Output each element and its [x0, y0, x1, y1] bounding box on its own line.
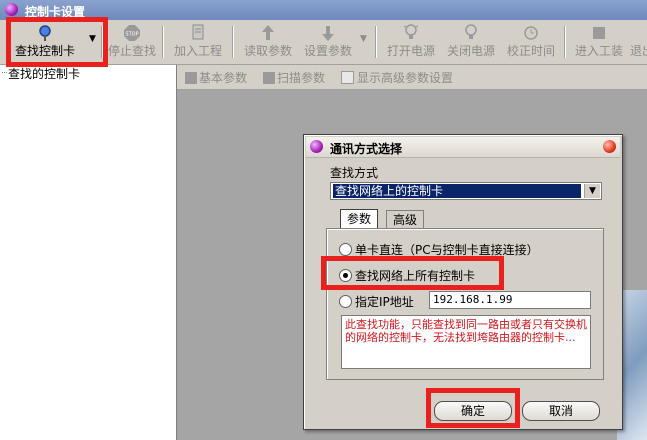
sync-time-button[interactable]: 校正时间 [503, 22, 559, 62]
radio-checked-icon [339, 269, 352, 282]
enter-tooling-button[interactable]: 进入工装 [571, 22, 627, 62]
radio-icon [339, 243, 352, 256]
comm-mode-dialog: 通讯方式选择 查找方式 查找网络上的控制卡 ▼ 参数 高级 单卡直连（PC与控制… [303, 134, 623, 430]
magnifier-icon [10, 24, 80, 44]
title-bar: 控制卡设置 [0, 0, 647, 20]
search-note: 此查找功能，只能查找到同一路由或者只有交换机的网络的控制卡，无法找到垮路由器的控… [341, 315, 591, 369]
set-params-button[interactable]: 设置参数 [300, 22, 356, 62]
cancel-button[interactable]: 取消 [522, 401, 600, 421]
exit-button[interactable]: 退出 [630, 22, 647, 62]
tree-item-found-cards[interactable]: 查找的控制卡 [1, 65, 80, 82]
tooling-icon [571, 24, 627, 44]
find-mode-label: 查找方式 [330, 166, 379, 180]
basic-params-tab[interactable]: 基本参数 [185, 69, 247, 86]
card-tree-pane[interactable]: 查找的控制卡 [0, 65, 177, 440]
power-on-button[interactable]: 打开电源 [383, 22, 439, 62]
toolbar: 查找控制卡 ▼ STOP 停止查找 加入工程 读取参数 设置参数 ▼ 打开电源 [0, 20, 647, 65]
clock-icon [503, 24, 559, 44]
find-mode-select[interactable]: 查找网络上的控制卡 ▼ [330, 182, 602, 200]
tab-params[interactable]: 参数 [340, 209, 379, 230]
add-project-icon [170, 24, 226, 44]
dialog-title-bar: 通讯方式选择 [306, 137, 620, 158]
app-icon [5, 3, 18, 16]
window-title: 控制卡设置 [25, 5, 86, 19]
stop-search-button[interactable]: STOP 停止查找 [106, 22, 158, 62]
close-icon[interactable] [603, 140, 616, 153]
stop-icon: STOP [106, 24, 158, 44]
scan-params-icon [263, 72, 275, 84]
read-params-button[interactable]: 读取参数 [240, 22, 296, 62]
scan-params-tab[interactable]: 扫描参数 [263, 69, 325, 86]
find-card-button[interactable]: 查找控制卡 [10, 22, 80, 62]
radio-icon [339, 295, 352, 308]
power-off-button[interactable]: 关闭电源 [443, 22, 499, 62]
radio-find-all-network[interactable]: 查找网络上所有控制卡 [339, 267, 475, 284]
bulb-on-icon [383, 24, 439, 44]
find-card-dropdown-icon[interactable]: ▼ [89, 34, 96, 44]
arrow-down-icon [300, 24, 356, 44]
find-mode-value: 查找网络上的控制卡 [333, 184, 581, 198]
checkbox-icon [341, 71, 354, 84]
radio-specify-ip[interactable]: 指定IP地址 [339, 293, 414, 310]
arrow-up-icon [240, 24, 296, 44]
radio-direct-connect[interactable]: 单卡直连（PC与控制卡直接连接） [339, 241, 539, 258]
svg-text:STOP: STOP [125, 32, 138, 38]
bulb-off-icon [443, 24, 499, 44]
dialog-app-icon [310, 140, 323, 153]
chevron-down-icon[interactable]: ▼ [584, 184, 600, 198]
dialog-title: 通讯方式选择 [330, 142, 403, 156]
exit-icon [630, 24, 647, 44]
ip-address-field[interactable]: 192.168.1.99 [429, 291, 591, 309]
params-panel: 单卡直连（PC与控制卡直接连接） 查找网络上所有控制卡 指定IP地址 192.1… [326, 228, 604, 380]
set-params-dropdown-icon[interactable]: ▼ [360, 34, 367, 44]
ok-button[interactable]: 确定 [434, 401, 512, 421]
param-toolbar: 基本参数 扫描参数 显示高级参数设置 [177, 65, 647, 90]
tab-advanced[interactable]: 高级 [386, 210, 425, 229]
add-project-button[interactable]: 加入工程 [170, 22, 226, 62]
show-advanced-checkbox[interactable]: 显示高级参数设置 [341, 69, 453, 86]
basic-params-icon [185, 72, 197, 84]
